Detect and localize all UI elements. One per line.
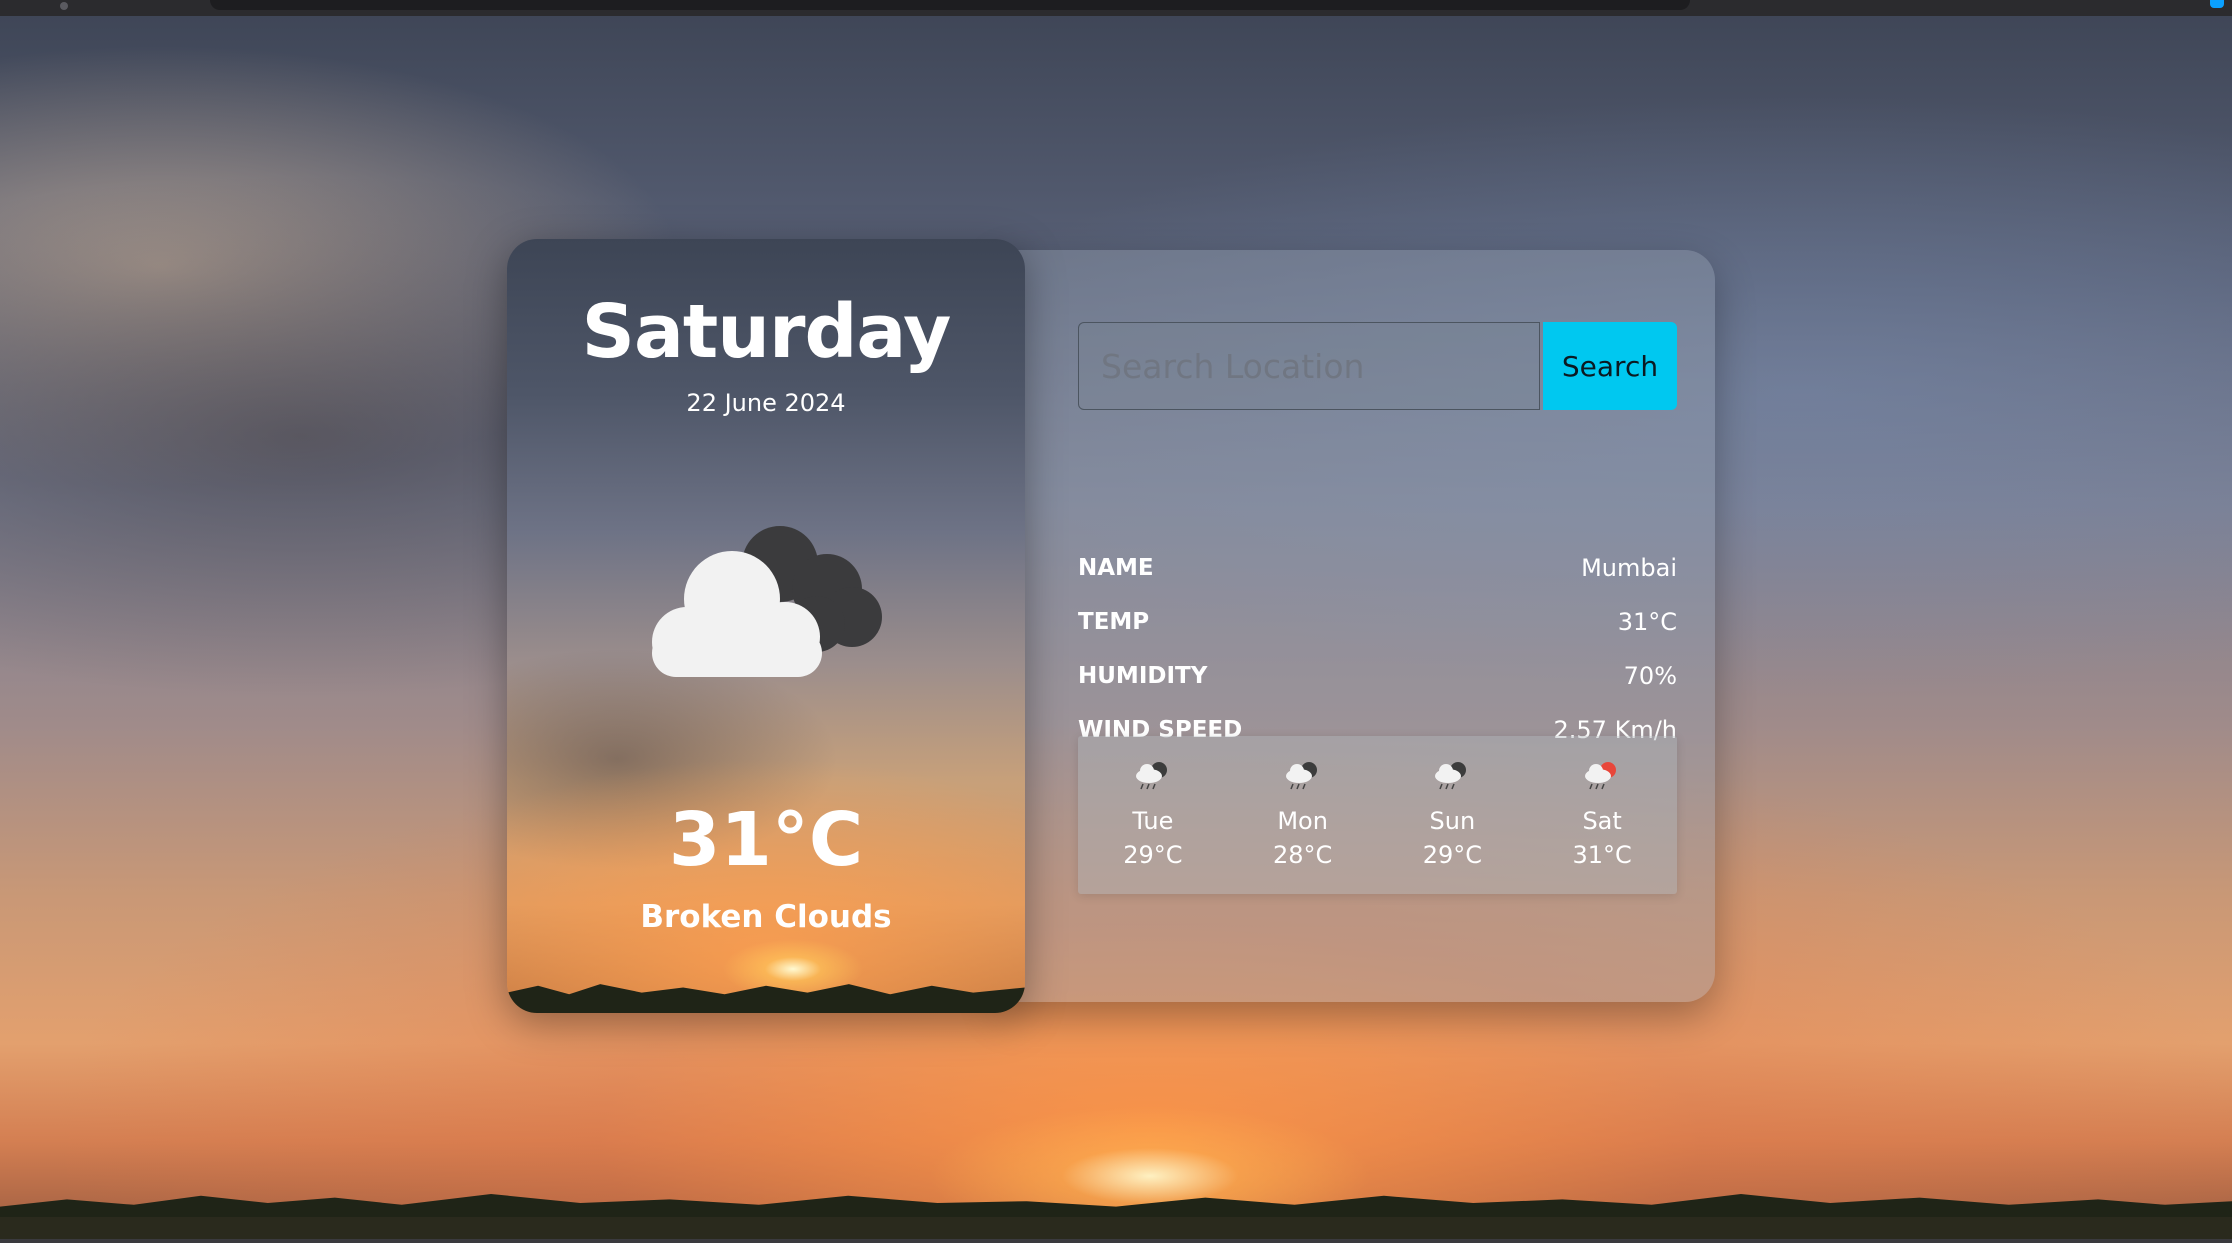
- date-label: 22 June 2024: [686, 389, 846, 417]
- detail-value: 70%: [1623, 662, 1677, 690]
- detail-value: 31°C: [1617, 608, 1677, 636]
- rain-cloud-sun-icon: [1585, 762, 1617, 790]
- treeline: [0, 1194, 2232, 1221]
- forecast-day: Mon: [1277, 807, 1328, 835]
- forecast-temp: 29°C: [1422, 841, 1483, 869]
- forecast-temp: 28°C: [1272, 841, 1333, 869]
- detail-row-temp: TEMP 31°C: [1078, 602, 1677, 642]
- broken-clouds-icon: [652, 526, 882, 677]
- detail-label: NAME: [1078, 555, 1154, 581]
- rain-cloud-icon: [1135, 762, 1167, 790]
- nav-icon[interactable]: [60, 2, 68, 10]
- forecast-day: Sun: [1429, 807, 1476, 835]
- detail-row-humidity: HUMIDITY 70%: [1078, 656, 1677, 696]
- forecast-temp: 31°C: [1572, 841, 1632, 869]
- day-title: Saturday: [581, 289, 952, 375]
- search-input[interactable]: [1078, 322, 1540, 410]
- ground: [0, 1217, 2232, 1239]
- extension-icon[interactable]: [2210, 0, 2224, 8]
- card-treeline: [507, 984, 1025, 1013]
- forecast-item: Tue 29°C: [1093, 736, 1213, 872]
- address-bar[interactable]: [210, 0, 1690, 10]
- weather-details-panel: Search NAME Mumbai TEMP 31°C HUMIDITY 70…: [1000, 250, 1715, 1002]
- forecast-day: Sat: [1582, 807, 1622, 835]
- detail-row-name: NAME Mumbai: [1078, 548, 1677, 588]
- forecast-item: Sat 31°C: [1542, 736, 1662, 872]
- search-button[interactable]: Search: [1543, 322, 1677, 410]
- forecast-day: Tue: [1132, 807, 1174, 835]
- forecast-temp: 29°C: [1123, 841, 1183, 869]
- forecast-item: Sun 29°C: [1392, 736, 1512, 872]
- weather-description: Broken Clouds: [640, 899, 892, 935]
- window-bottom-edge: [0, 1239, 2232, 1243]
- detail-value: Mumbai: [1581, 554, 1677, 582]
- browser-top-bar: [0, 0, 2232, 16]
- forecast-strip: Tue 29°C Mon 28°C Sun 29°C Sat 31°C: [1078, 736, 1677, 894]
- current-weather-card: Saturday 22 June 2024 31°C Broken Clouds: [507, 239, 1025, 1013]
- detail-label: TEMP: [1078, 609, 1150, 635]
- rain-cloud-icon: [1435, 762, 1467, 790]
- detail-label: HUMIDITY: [1078, 663, 1208, 689]
- current-temperature: 31°C: [668, 797, 864, 883]
- rain-cloud-icon: [1285, 762, 1317, 790]
- forecast-item: Mon 28°C: [1243, 736, 1363, 872]
